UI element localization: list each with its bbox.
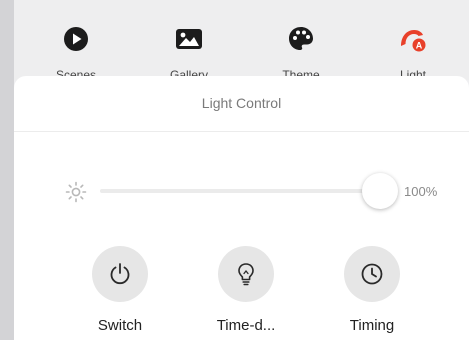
app-screen: Scenes Gallery Theme A Light Light Contr… (0, 0, 469, 340)
power-icon (110, 263, 130, 285)
clock-icon (361, 263, 383, 285)
tab-scenes[interactable] (59, 22, 93, 56)
switch-button[interactable]: Switch (90, 246, 150, 340)
time-delay-button[interactable]: Time-d... (216, 246, 276, 340)
timing-button[interactable]: Timing (342, 246, 402, 340)
play-circle-icon (64, 27, 88, 51)
image-icon (176, 29, 202, 49)
timing-label: Timing (349, 317, 395, 334)
tab-theme[interactable] (284, 22, 318, 56)
brightness-percent: 100% (404, 184, 438, 199)
time-delay-circle[interactable] (218, 246, 274, 302)
bulb-icon (238, 263, 254, 286)
svg-text:A: A (416, 41, 423, 51)
brightness-sun-icon (65, 181, 87, 203)
sheet-title: Light Control (201, 95, 282, 111)
tab-light[interactable]: A (396, 22, 430, 56)
timing-circle[interactable] (344, 246, 400, 302)
time-delay-label: Time-d... (216, 317, 276, 334)
left-edge (0, 0, 14, 340)
tab-bar: Scenes Gallery Theme A Light (14, 0, 469, 82)
switch-label: Switch (97, 317, 143, 334)
scene-flag-icon: A (401, 30, 426, 52)
brightness-slider-thumb[interactable] (362, 173, 398, 209)
light-control-sheet: Light Control 100% Switch Time-d... Timi… (14, 76, 469, 340)
switch-circle[interactable] (92, 246, 148, 302)
tab-gallery[interactable] (172, 22, 206, 56)
divider (14, 131, 469, 132)
palette-icon (289, 27, 313, 50)
brightness-slider-track[interactable] (100, 189, 380, 193)
